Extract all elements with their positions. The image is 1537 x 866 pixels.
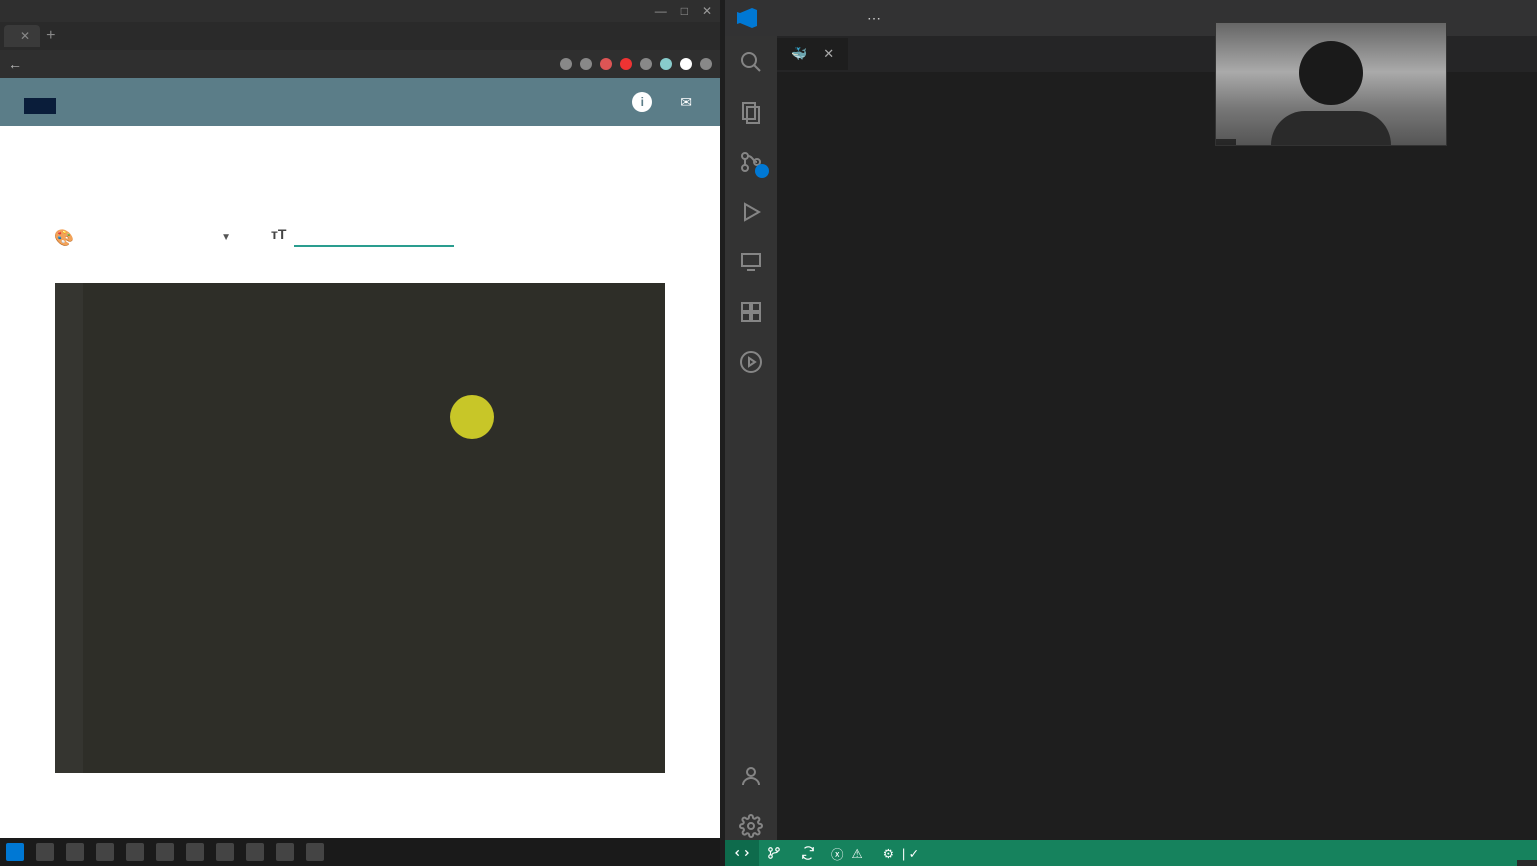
participant-head [1299, 41, 1363, 105]
cursor-highlight [450, 395, 494, 439]
windows-taskbar [0, 838, 720, 866]
ext-icon[interactable] [600, 58, 612, 70]
new-tab-button[interactable]: + [46, 27, 55, 45]
ext-icon[interactable] [680, 58, 692, 70]
taskbar-taskview-icon[interactable] [66, 843, 84, 861]
url-bar: ← [0, 50, 720, 78]
ext-icon[interactable] [620, 58, 632, 70]
run-debug-icon[interactable] [737, 198, 765, 226]
taskbar-app-icon[interactable] [186, 843, 204, 861]
theme-select[interactable]: ▼ [81, 228, 231, 247]
win-minimize-icon[interactable]: — [655, 4, 667, 18]
ext-icon[interactable] [560, 58, 572, 70]
contact-button[interactable]: ✉ [680, 94, 700, 111]
page-header: i ✉ [0, 78, 720, 126]
ext-icon[interactable] [700, 58, 712, 70]
browser-tab[interactable]: ✕ [4, 25, 40, 47]
close-tab-icon[interactable]: ✕ [20, 29, 30, 43]
ext-icon[interactable] [580, 58, 592, 70]
palette-icon: 🎨 [55, 229, 73, 247]
vscode-logo-icon [737, 8, 757, 28]
sync-button[interactable] [793, 846, 823, 860]
account-icon[interactable] [737, 762, 765, 790]
problems[interactable]: ⓧ ⚠ [823, 844, 875, 863]
code-gutter [55, 283, 83, 773]
start-button[interactable] [6, 843, 24, 861]
source-control-icon[interactable] [737, 148, 765, 176]
settings-gear-icon[interactable] [737, 812, 765, 840]
taskbar-vscode-icon[interactable] [126, 843, 144, 861]
editor-group: 🐳 ✕ [777, 36, 1537, 840]
menu-overflow-icon[interactable]: ⋯ [867, 10, 881, 27]
extensions-icon[interactable] [737, 298, 765, 326]
webex-participant-video [1215, 22, 1447, 146]
taskbar-app-icon[interactable] [276, 843, 294, 861]
vscode-body: 🐳 ✕ [725, 36, 1537, 840]
code-editor[interactable] [777, 102, 1537, 840]
win-maximize-icon[interactable]: □ [681, 4, 688, 18]
page-body: 🎨 ▼ тT [0, 126, 720, 773]
status-bar: ⓧ ⚠ ⚙ | ✓ [725, 840, 1537, 866]
remote-indicator[interactable] [725, 840, 759, 866]
search-icon[interactable] [737, 48, 765, 76]
activity-bar [725, 36, 777, 840]
page-content: i ✉ 🎨 ▼ [0, 78, 720, 866]
info-icon: i [632, 92, 652, 112]
text-size-icon: тT [271, 226, 286, 242]
participant-name [1216, 139, 1236, 145]
how-to-use-button[interactable]: i [632, 92, 660, 112]
play-circle-icon[interactable] [737, 348, 765, 376]
ext-icon[interactable] [660, 58, 672, 70]
participant-count-badge[interactable] [1517, 860, 1537, 866]
theme-control: 🎨 ▼ [55, 224, 231, 247]
taskbar-chrome-icon[interactable] [156, 843, 174, 861]
font-size-input[interactable] [294, 220, 454, 247]
language-server-status[interactable]: ⚙ | ✓ [875, 846, 931, 861]
remote-explorer-icon[interactable] [737, 248, 765, 276]
ext-icon[interactable] [640, 58, 652, 70]
taskbar-app-icon[interactable] [246, 843, 264, 861]
font-control: тT [271, 216, 454, 247]
win-close-icon[interactable]: ✕ [702, 4, 712, 18]
webex-watermark [24, 98, 56, 114]
line-gutter [777, 102, 839, 840]
browser-titlebar: — □ ✕ [0, 0, 720, 22]
docker-file-icon: 🐳 [791, 46, 807, 62]
code-preview [55, 283, 665, 773]
chevron-down-icon: ▼ [221, 232, 231, 243]
taskbar-search-icon[interactable] [36, 843, 54, 861]
back-button[interactable]: ← [8, 56, 22, 72]
taskbar-app-icon[interactable] [216, 843, 234, 861]
taskbar-app-icon[interactable] [306, 843, 324, 861]
editor-tab[interactable]: 🐳 ✕ [777, 38, 848, 70]
code-body [83, 283, 95, 773]
mail-icon: ✉ [680, 94, 692, 111]
close-tab-icon[interactable]: ✕ [823, 46, 834, 62]
participant-body [1271, 111, 1391, 145]
taskbar-explorer-icon[interactable] [96, 843, 114, 861]
controls-row: 🎨 ▼ тT [55, 216, 665, 247]
extension-icons [560, 58, 712, 70]
explorer-icon[interactable] [737, 98, 765, 126]
git-branch[interactable] [759, 846, 793, 860]
browser-tab-strip: ✕ + [0, 22, 720, 50]
browser-window: — □ ✕ ✕ + ← i [0, 0, 720, 866]
